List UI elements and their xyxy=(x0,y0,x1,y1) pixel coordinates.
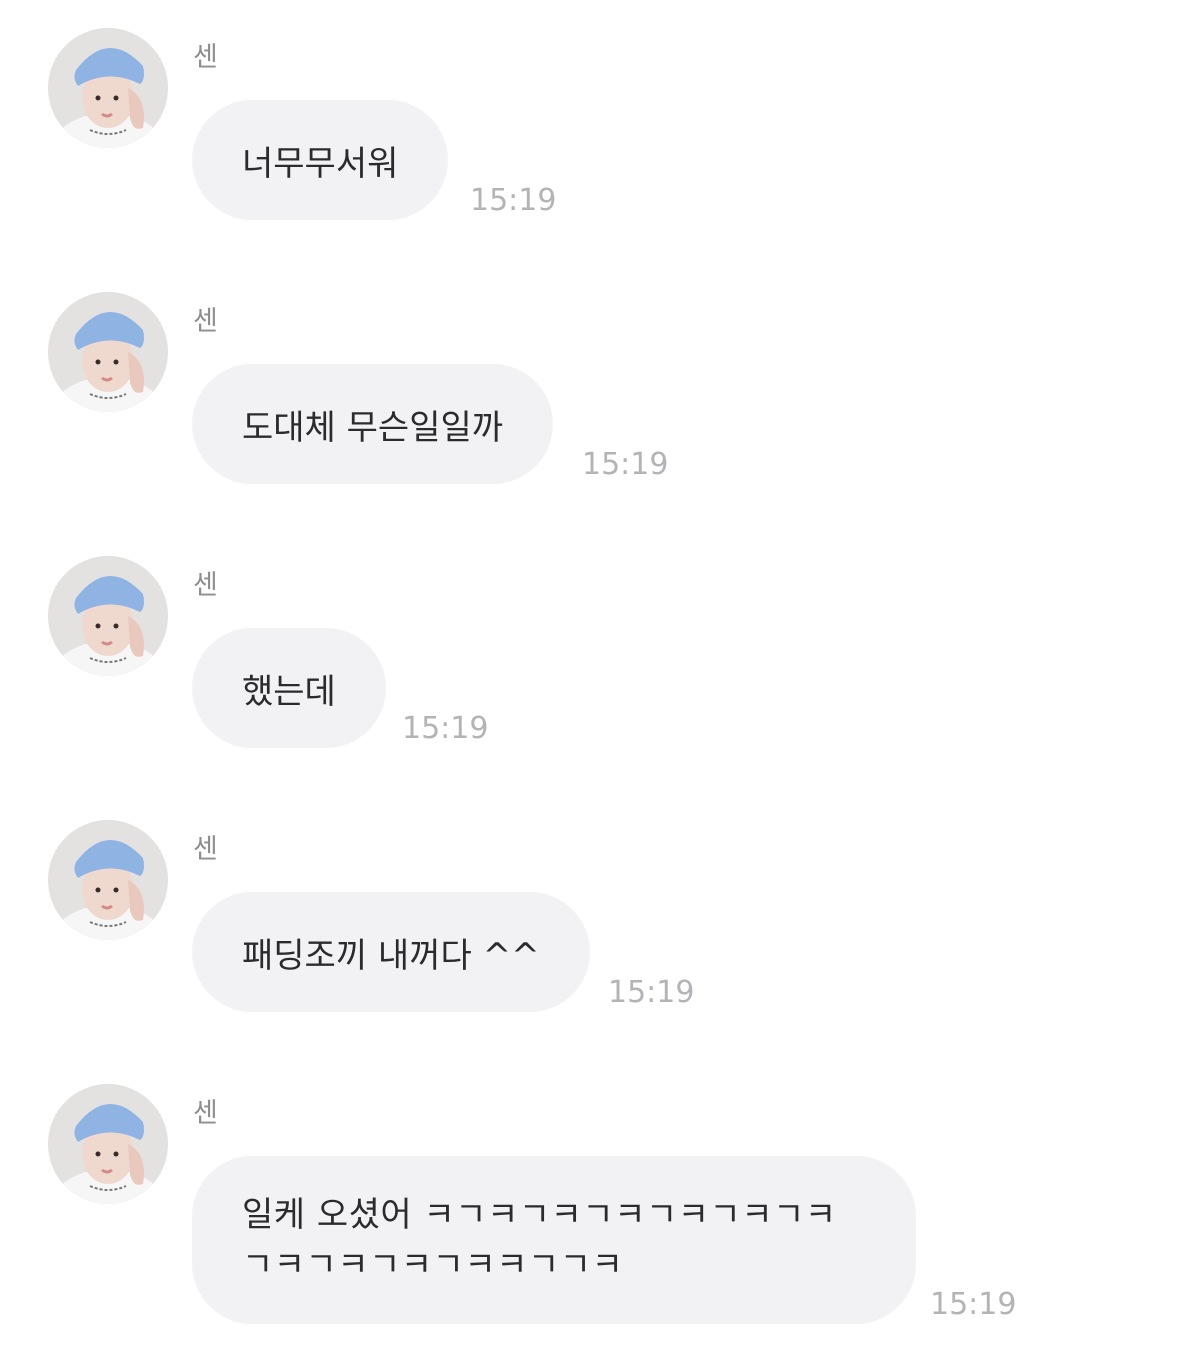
message-bubble[interactable]: 패딩조끼 내꺼다 ^^ xyxy=(192,892,590,1012)
chat-message: 센 패딩조끼 내꺼다 ^^ 15:19 xyxy=(0,820,1179,1084)
message-bubble[interactable]: 일케 오셨어 ㅋㄱㅋㄱㅋㄱㅋㄱㅋㄱㅋㄱㅋ ㄱㅋㄱㅋㄱㅋㄱㅋㅋㄱㄱㅋ xyxy=(192,1156,916,1324)
sender-avatar[interactable] xyxy=(48,28,168,148)
message-time: 15:19 xyxy=(608,975,695,1010)
avatar-photo-icon xyxy=(48,1084,168,1204)
chat-message: 센 도대체 무슨일일까 15:19 xyxy=(0,292,1179,556)
message-time: 15:19 xyxy=(402,711,489,746)
message-text: 너무무서워 xyxy=(242,143,399,184)
sender-name: 센 xyxy=(193,306,218,337)
sender-avatar[interactable] xyxy=(48,820,168,940)
avatar-photo-icon xyxy=(48,556,168,676)
sender-name: 센 xyxy=(193,1098,218,1129)
sender-name: 센 xyxy=(193,42,218,73)
message-bubble[interactable]: 도대체 무슨일일까 xyxy=(192,364,554,484)
message-text: 했는데 xyxy=(242,671,336,712)
message-time: 15:19 xyxy=(582,447,669,482)
chat-message: 센 했는데 15:19 xyxy=(0,556,1179,820)
message-text: 도대체 무슨일일까 xyxy=(242,407,504,448)
sender-name: 센 xyxy=(193,570,218,601)
message-text: 일케 오셨어 ㅋㄱㅋㄱㅋㄱㅋㄱㅋㄱㅋㄱㅋ ㄱㅋㄱㅋㄱㅋㄱㅋㅋㄱㄱㅋ xyxy=(242,1195,837,1285)
avatar-photo-icon xyxy=(48,820,168,940)
sender-name: 센 xyxy=(193,834,218,865)
sender-avatar[interactable] xyxy=(48,292,168,412)
avatar-photo-icon xyxy=(48,292,168,412)
message-time: 15:19 xyxy=(470,183,557,218)
message-time: 15:19 xyxy=(930,1287,1017,1322)
chat-message: 센 일케 오셨어 ㅋㄱㅋㄱㅋㄱㅋㄱㅋㄱㅋㄱㅋ ㄱㅋㄱㅋㄱㅋㄱㅋㅋㄱㄱㅋ 15:1… xyxy=(0,1084,1179,1350)
sender-avatar[interactable] xyxy=(48,556,168,676)
sender-avatar[interactable] xyxy=(48,1084,168,1204)
message-bubble[interactable]: 너무무서워 xyxy=(192,100,449,220)
message-text: 패딩조끼 내꺼다 ^^ xyxy=(242,935,540,976)
avatar-photo-icon xyxy=(48,28,168,148)
message-bubble[interactable]: 했는데 xyxy=(192,628,386,748)
chat-message: 센 너무무서워 15:19 xyxy=(0,28,1179,292)
